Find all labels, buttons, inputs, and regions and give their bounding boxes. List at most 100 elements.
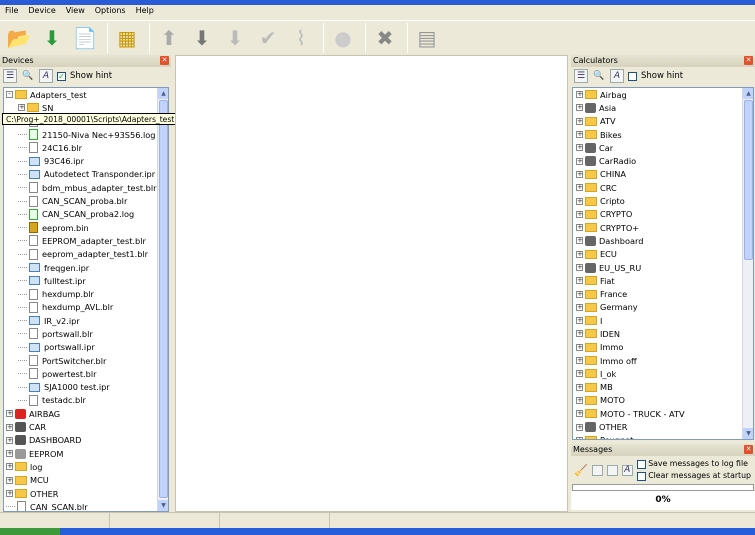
calculator-tree-item[interactable]: + MB — [573, 381, 753, 394]
expand-icon[interactable]: + — [576, 250, 583, 258]
font-icon[interactable]: A — [621, 464, 633, 476]
new-script-icon[interactable]: 📄 — [70, 24, 100, 52]
clear-startup-checkbox[interactable] — [636, 471, 646, 481]
device-tree-item[interactable]: 21150-Niva Nec+93S56.log — [4, 128, 168, 141]
expand-icon[interactable]: + — [576, 264, 583, 271]
calculator-tree-item[interactable]: + Asia — [573, 101, 753, 114]
device-tree-item[interactable]: + log — [4, 460, 168, 473]
calculator-tree-item[interactable]: + MOTO - TRUCK - ATV — [573, 407, 753, 420]
calculator-tree-item[interactable]: + CRC — [573, 181, 753, 194]
device-tree-item[interactable]: testadc.blr — [4, 394, 168, 407]
menu-help[interactable]: Help — [131, 5, 159, 19]
expand-icon[interactable]: + — [576, 210, 583, 218]
calculator-tree-item[interactable]: + France — [573, 287, 753, 300]
device-tree-item[interactable]: CAN_SCAN_proba.blr — [4, 194, 168, 207]
device-tree-item[interactable]: + MCU — [4, 474, 168, 487]
calculator-tree-item[interactable]: + CHINA — [573, 168, 753, 181]
expand-icon[interactable]: + — [576, 383, 583, 391]
device-tree-item[interactable]: CAN_SCAN_proba2.log — [4, 208, 168, 221]
menu-options[interactable]: Options — [90, 5, 131, 19]
device-tree-item[interactable]: hexdump_AVL.blr — [4, 301, 168, 314]
open-folder-icon[interactable]: 📂 — [4, 24, 34, 52]
device-tree-item[interactable]: eeprom_adapter_test1.blr — [4, 248, 168, 261]
expand-icon[interactable]: + — [576, 370, 583, 378]
calculator-tree-item[interactable]: + Cripto — [573, 194, 753, 207]
expand-icon[interactable]: + — [576, 357, 583, 365]
device-tree-item[interactable]: eeprom.bin — [4, 221, 168, 234]
calculator-tree-item[interactable]: + Peugeot — [573, 434, 753, 439]
calculator-tree-item[interactable]: + Immo off — [573, 354, 753, 367]
calculator-tree-item[interactable]: + I — [573, 314, 753, 327]
save-log-checkbox[interactable] — [636, 459, 646, 469]
device-tree-item[interactable]: portswall.ipr — [4, 341, 168, 354]
device-tree-item[interactable]: + AIRBAG — [4, 407, 168, 420]
calculator-tree-item[interactable]: + Car — [573, 141, 753, 154]
expand-icon[interactable]: + — [576, 343, 583, 351]
search-icon[interactable]: 🔍 — [592, 69, 606, 83]
expand-icon[interactable]: + — [6, 410, 13, 418]
expand-icon[interactable]: + — [576, 131, 583, 139]
menu-file[interactable]: File — [0, 5, 23, 19]
expand-icon[interactable]: + — [6, 436, 13, 444]
expand-icon[interactable]: + — [6, 476, 13, 484]
close-messages-button[interactable]: ✕ — [744, 445, 753, 454]
expand-icon[interactable]: + — [576, 117, 583, 125]
menu-view[interactable]: View — [61, 5, 90, 19]
expand-icon[interactable]: + — [576, 144, 583, 152]
search-icon[interactable]: 🔍 — [21, 69, 35, 83]
close-calculators-button[interactable]: ✕ — [744, 56, 753, 65]
tree-view-icon[interactable]: ☰ — [574, 69, 588, 83]
expand-icon[interactable]: + — [6, 463, 13, 471]
save-icon[interactable] — [591, 464, 603, 476]
expand-icon[interactable]: + — [576, 224, 583, 232]
device-tree-item[interactable]: fulltest.ipr — [4, 274, 168, 287]
arrow-up-icon[interactable]: ⬆ — [154, 24, 184, 52]
expand-icon[interactable]: + — [576, 184, 583, 192]
expand-icon[interactable]: + — [6, 450, 13, 458]
close-x-icon[interactable]: ✖ — [370, 24, 400, 52]
menu-device[interactable]: Device — [23, 5, 60, 19]
expand-icon[interactable]: + — [576, 317, 583, 325]
expand-icon[interactable]: + — [576, 277, 583, 285]
check-icon[interactable]: ✔ — [253, 24, 283, 52]
expand-icon[interactable]: + — [576, 303, 583, 311]
expand-icon[interactable]: + — [6, 423, 13, 431]
collapse-icon[interactable]: - — [6, 91, 13, 99]
calculator-tree-item[interactable]: + OTHER — [573, 420, 753, 433]
expand-icon[interactable]: + — [576, 396, 583, 404]
calculator-tree-item[interactable]: + I_ok — [573, 367, 753, 380]
tree-view-icon[interactable]: ☰ — [3, 69, 17, 83]
calculator-tree-item[interactable]: + Airbag — [573, 88, 753, 101]
device-tree-item[interactable]: - Adapters_test — [4, 88, 168, 102]
devices-scrollbar[interactable]: ▲ ▼ — [157, 88, 168, 511]
calculator-tree-item[interactable]: + ECU — [573, 248, 753, 261]
circle-icon[interactable]: ● — [328, 24, 358, 52]
device-tree-item[interactable]: freqgen.ipr — [4, 261, 168, 274]
expand-icon[interactable]: + — [576, 170, 583, 178]
font-icon[interactable]: A — [39, 69, 53, 83]
calculator-tree-item[interactable]: + Germany — [573, 301, 753, 314]
copy-icon[interactable] — [606, 464, 618, 476]
show-hint-checkbox[interactable] — [628, 71, 637, 81]
device-tree-item[interactable]: PortSwitcher.blr — [4, 354, 168, 367]
device-tree-item[interactable]: EEPROM_adapter_test.blr — [4, 234, 168, 247]
device-tree-item[interactable]: + EEPROM — [4, 447, 168, 460]
expand-icon[interactable]: + — [576, 330, 583, 338]
expand-icon[interactable]: + — [576, 91, 583, 99]
chip-adapter-icon[interactable]: ▦ — [112, 24, 142, 52]
expand-icon[interactable]: + — [576, 410, 583, 418]
device-tree-item[interactable]: SJA1000 test.ipr — [4, 381, 168, 394]
device-tree-item[interactable]: + DASHBOARD — [4, 434, 168, 447]
calculator-tree-item[interactable]: + CRYPTO — [573, 208, 753, 221]
broom-icon[interactable]: ⌇ — [286, 24, 316, 52]
calculator-icon[interactable]: ▤ — [412, 24, 442, 52]
device-tree-item[interactable]: bdm_mbus_adapter_test.blr — [4, 181, 168, 194]
device-tree-item[interactable]: + OTHER — [4, 487, 168, 500]
expand-icon[interactable]: + — [576, 157, 583, 165]
arrow-down-icon[interactable]: ⬇ — [187, 24, 217, 52]
font-icon[interactable]: A — [610, 69, 624, 83]
device-tree-item[interactable]: CAN_SCAN.blr — [4, 500, 168, 511]
calculator-tree-item[interactable]: + Fiat — [573, 274, 753, 287]
device-tree-item[interactable]: 24C16.blr — [4, 141, 168, 154]
expand-icon[interactable]: + — [18, 104, 25, 112]
